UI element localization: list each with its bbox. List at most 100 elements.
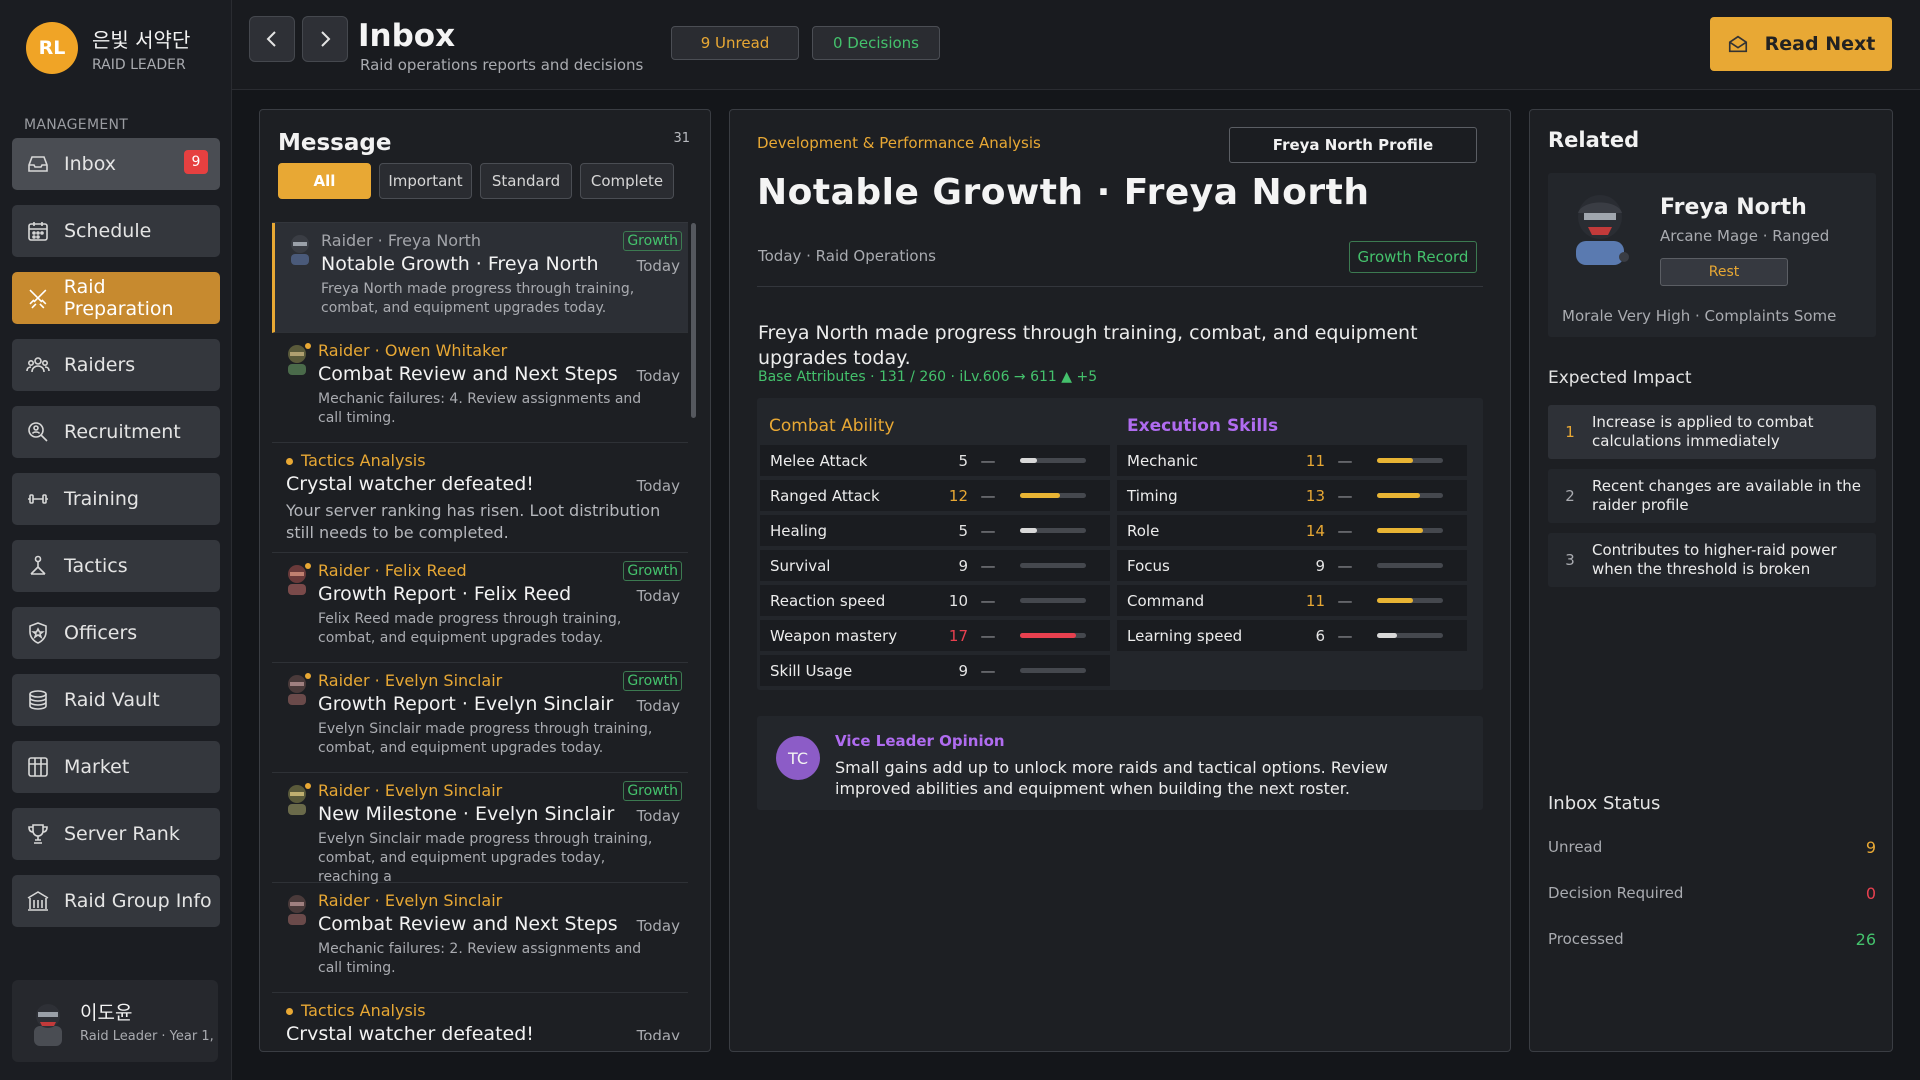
list-item[interactable]: Raider · Evelyn Sinclair New Milestone ·… (272, 773, 688, 885)
filter-important[interactable]: Important (379, 163, 472, 199)
sidebar-item-officers[interactable]: Officers (12, 607, 220, 659)
attribute-bar-fill (1377, 493, 1420, 498)
attribute-bar-fill (1377, 528, 1424, 533)
growth-record-button[interactable]: Growth Record (1349, 241, 1477, 273)
unread-pill[interactable]: 9 Unread (671, 26, 799, 60)
attribute-row: Learning speed 6 — (1117, 620, 1467, 651)
attribute-row: Skill Usage 9 — (760, 655, 1110, 686)
sidebar-item-raid-preparation[interactable]: Raid Preparation (12, 272, 220, 324)
raider-avatar (288, 895, 306, 925)
raider-portrait (1576, 195, 1629, 265)
attribute-change: — (1337, 626, 1353, 645)
message-body: Freya North made progress through traini… (758, 322, 1418, 369)
attribute-value: 13 (1305, 486, 1325, 505)
read-next-label: Read Next (1764, 33, 1876, 55)
message-date: Today (636, 587, 680, 605)
list-item[interactable]: Raider · Evelyn Sinclair Combat Review a… (272, 883, 688, 993)
sidebar-item-server-rank[interactable]: Server Rank (12, 808, 220, 860)
message-title: Notable Growth · Freya North (757, 172, 1370, 213)
list-item[interactable]: Raider · Evelyn Sinclair Growth Report ·… (272, 663, 688, 773)
attribute-bar-fill (1377, 598, 1414, 603)
rest-button[interactable]: Rest (1660, 258, 1788, 286)
list-item[interactable]: Raider · Freya North Notable Growth · Fr… (272, 223, 688, 333)
attribute-bar (1377, 598, 1443, 603)
list-item[interactable]: Raider · Owen Whitaker Combat Review and… (272, 333, 688, 443)
impact-text: Increase is applied to combat calculatio… (1592, 412, 1814, 451)
status-row-decision: Decision Required 0 (1548, 884, 1876, 903)
list-item[interactable]: Tactics Analysis Crystal watcher defeate… (272, 443, 688, 553)
message-date: Today (636, 917, 680, 935)
sidebar-item-label: Recruitment (64, 421, 181, 443)
attribute-bar-fill (1377, 633, 1397, 638)
attribute-value: 11 (1305, 591, 1325, 610)
attribute-row: Timing 13 — (1117, 480, 1467, 511)
impact-item: 3 Contributes to higher-raid power when … (1548, 533, 1876, 587)
attribute-name: Ranged Attack (770, 486, 880, 505)
attribute-change: — (980, 626, 996, 645)
status-row-unread: Unread 9 (1548, 838, 1876, 857)
attribute-value: 17 (948, 626, 968, 645)
message-subject: Growth Report · Evelyn Sinclair (318, 693, 614, 715)
attribute-value: 12 (948, 486, 968, 505)
status-label: Processed (1548, 930, 1624, 948)
attribute-bar-fill (1020, 493, 1060, 498)
attribute-change: — (980, 521, 996, 540)
status-row-processed: Processed 26 (1548, 930, 1876, 949)
attribute-bar (1020, 668, 1086, 673)
combat-ability-heading: Combat Ability (769, 416, 895, 436)
filter-standard[interactable]: Standard (480, 163, 572, 199)
message-preview: Your server ranking has risen. Loot dist… (286, 501, 661, 542)
raider-avatar (288, 563, 311, 595)
message-subject: New Milestone · Evelyn Sinclair (318, 803, 615, 825)
raider-morale: Morale Very High · Complaints Some (1562, 307, 1837, 325)
sidebar-item-recruitment[interactable]: Recruitment (12, 406, 220, 458)
sidebar-item-raid-group-info[interactable]: Raid Group Info (12, 875, 220, 927)
sidebar-item-market[interactable]: Market (12, 741, 220, 793)
sidebar-item-raid-vault[interactable]: Raid Vault (12, 674, 220, 726)
message-list-scrollbar[interactable] (691, 223, 696, 418)
list-item[interactable]: Tactics Analysis Crystal watcher defeate… (272, 993, 688, 1040)
related-panel: Related Freya North Arcane Mage · Ranged… (1529, 109, 1893, 1052)
impact-item: 1 Increase is applied to combat calculat… (1548, 405, 1876, 459)
sidebar-item-inbox[interactable]: Inbox 9 (12, 138, 220, 190)
forward-button[interactable] (302, 16, 348, 62)
sidebar-item-schedule[interactable]: Schedule (12, 205, 220, 257)
guild-role: RAID LEADER (92, 56, 186, 73)
attribute-name: Reaction speed (770, 591, 886, 610)
attribute-change: — (980, 556, 996, 575)
sidebar-item-training[interactable]: Training (12, 473, 220, 525)
attribute-row: Survival 9 — (760, 550, 1110, 581)
message-panel-title: Message (278, 130, 392, 156)
attribute-change: — (1337, 591, 1353, 610)
dumbbell-icon (28, 494, 48, 504)
impact-text: Recent changes are available in the raid… (1592, 476, 1861, 515)
list-item[interactable]: Raider · Felix Reed Growth Report · Feli… (272, 553, 688, 663)
profile-button[interactable]: Freya North Profile (1229, 127, 1477, 163)
attribute-row: Melee Attack 5 — (760, 445, 1110, 476)
sidebar-item-raiders[interactable]: Raiders (12, 339, 220, 391)
user-profile-card[interactable]: 이도윤 Raid Leader · Year 1, (12, 980, 218, 1062)
sidebar-item-tactics[interactable]: Tactics (12, 540, 220, 592)
attribute-change: — (980, 486, 996, 505)
mail-open-icon (1728, 35, 1747, 53)
read-next-button[interactable]: Read Next (1710, 17, 1892, 71)
unread-dot (286, 458, 293, 465)
attribute-bar (1377, 493, 1443, 498)
raider-avatar (288, 783, 311, 815)
filter-complete[interactable]: Complete (580, 163, 674, 199)
raider-class: Arcane Mage · Ranged (1660, 227, 1830, 245)
attribute-row: Command 11 — (1117, 585, 1467, 616)
attribute-bar (1377, 563, 1443, 568)
attributes-panel: Combat Ability Execution Skills Melee At… (757, 398, 1483, 690)
back-button[interactable] (249, 16, 295, 62)
attribute-name: Melee Attack (770, 451, 868, 470)
attribute-value: 9 (958, 556, 968, 575)
attribute-name: Skill Usage (770, 661, 853, 680)
filter-all[interactable]: All (278, 163, 371, 199)
decisions-pill[interactable]: 0 Decisions (812, 26, 940, 60)
growth-tag: Growth (623, 671, 682, 691)
growth-tag: Growth (623, 781, 682, 801)
message-subject: Combat Review and Next Steps (318, 913, 618, 935)
related-raider-card[interactable]: Freya North Arcane Mage · Ranged Rest Mo… (1548, 173, 1876, 337)
attribute-bar (1020, 598, 1086, 603)
